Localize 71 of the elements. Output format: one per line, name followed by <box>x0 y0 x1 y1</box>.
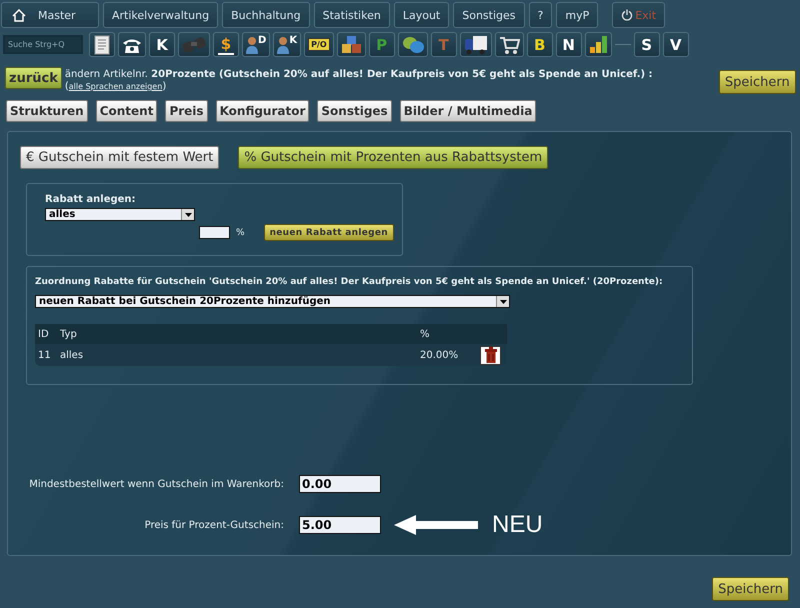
nav-tab[interactable]: Layout <box>394 2 450 28</box>
toolbar-button[interactable] <box>118 32 146 57</box>
back-button[interactable]: zurück <box>5 67 62 89</box>
note-label: NEU <box>492 511 543 539</box>
binoculars-icon <box>182 36 206 54</box>
table-cell-text: alles <box>60 350 84 360</box>
table-cell-text: 20.00% <box>420 350 460 360</box>
input-field[interactable]: 0.00 <box>299 475 381 493</box>
field-label: Rabatt anlegen: <box>45 194 137 205</box>
nav-tab[interactable]: ? <box>528 2 552 28</box>
section-title: Zuordnung Rabatte für Gutschein 'Gutschein 20% auf alles! Der Kaufpreis von 5€ geht als Spende an Unicef.' (20Prozente): <box>35 277 664 287</box>
section-tab[interactable]: Strukturen <box>6 100 88 122</box>
voucher-type-button[interactable]: % Gutschein mit Prozenten aus Rabattsystem <box>238 146 548 169</box>
cart-icon <box>498 34 520 54</box>
cubes-icon <box>340 35 362 54</box>
toolbar-button[interactable]: V <box>662 32 689 57</box>
link[interactable]: alle Sprachen anzeigen <box>68 82 162 91</box>
nav-tab[interactable]: Master <box>1 2 99 28</box>
unit-label: % <box>236 228 245 238</box>
nav-tab[interactable]: Statistiken <box>314 2 390 28</box>
create-discount-button[interactable]: neuen Rabatt anlegen <box>264 224 394 241</box>
toolbar-button[interactable]: P/O <box>304 32 334 57</box>
section-tab[interactable]: Content <box>96 100 158 122</box>
percent-field[interactable] <box>199 226 230 239</box>
delete-button[interactable] <box>480 346 501 364</box>
nav-tab[interactable]: Sonstiges <box>453 2 525 28</box>
save-button[interactable]: Speichern <box>718 70 796 94</box>
toolbar-button[interactable]: N <box>556 32 582 57</box>
truck-icon <box>464 34 488 54</box>
save-button[interactable]: Speichern <box>712 577 789 601</box>
column-header: ID <box>38 328 50 340</box>
page-heading: ändern Artikelnr. 20Prozente (Gutschein 20% auf alles! Der Kaufpreis von 5€ geht als Spende an Unicef.) : (alle Sprachen anzeigen) <box>64 69 654 93</box>
column-header: Typ <box>60 328 78 340</box>
section-tab[interactable]: Bilder / Multimedia <box>400 100 536 122</box>
input-field[interactable]: 5.00 <box>299 516 381 534</box>
dropdown[interactable]: neuen Rabatt bei Gutschein 20Prozente hinzufügen <box>35 295 510 308</box>
field-label: Mindestbestellwert wenn Gutschein im Warenkorb: <box>28 478 284 490</box>
section-tab[interactable]: Konfigurator <box>216 100 310 122</box>
toolbar-button[interactable]: K <box>273 32 302 57</box>
trash-icon <box>484 347 496 363</box>
toolbar-button[interactable]: B <box>526 32 553 57</box>
caret-icon <box>500 300 506 304</box>
toolbar-button[interactable] <box>494 32 524 57</box>
toolbar-button[interactable]: K <box>149 32 175 57</box>
toolbar-button[interactable] <box>460 32 492 57</box>
caret-icon <box>184 212 192 216</box>
toolbar-button[interactable]: D <box>242 32 270 57</box>
power-icon <box>621 9 634 21</box>
section-tab[interactable]: Sonstiges <box>317 100 392 122</box>
voucher-type-button[interactable]: € Gutschein mit festem Wert <box>20 146 220 169</box>
person-icon <box>246 36 258 54</box>
arrow-icon <box>394 515 478 535</box>
toolbar-button[interactable] <box>89 32 115 57</box>
table-cell-text: 11 <box>38 350 52 360</box>
nav-tab[interactable]: Artikelverwaltung <box>103 2 218 28</box>
dropdown[interactable]: alles <box>45 208 195 221</box>
bar-chart-icon <box>588 35 608 54</box>
column-header: % <box>420 328 431 340</box>
document-icon <box>93 34 111 54</box>
section-tab[interactable]: Preis <box>165 100 208 122</box>
nav-tab[interactable]: Buchhaltung <box>222 2 310 28</box>
toolbar-button[interactable]: $ <box>213 32 239 57</box>
search-field[interactable]: Suche Strg+Q <box>3 35 83 54</box>
toolbar-button[interactable]: S <box>634 32 660 57</box>
nav-tab[interactable]: myP <box>556 2 598 28</box>
speech-bubbles-icon <box>402 35 424 54</box>
toolbar-button[interactable] <box>584 32 612 57</box>
home-icon <box>12 8 26 22</box>
toolbar-button[interactable] <box>336 32 366 57</box>
field-label: Preis für Prozent-Gutschein: <box>144 520 284 530</box>
person-icon <box>277 36 290 54</box>
